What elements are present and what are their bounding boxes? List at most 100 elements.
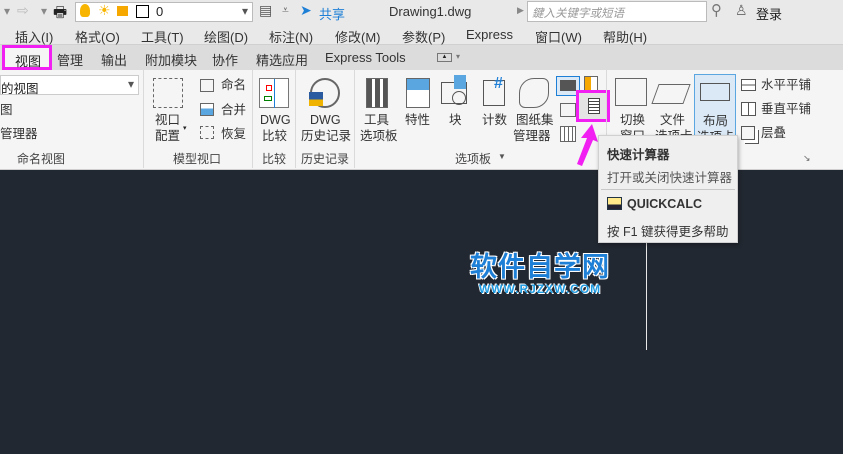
count-icon: # [483,75,505,106]
tool-palettes-line2[interactable]: 选项板 [360,128,398,144]
tool-palettes-line1[interactable]: 工具 [364,112,389,128]
panel-label-history: 历史记录 [301,152,350,166]
dwg-history-icon [309,78,340,108]
panel-launcher-icon[interactable]: ↘ [803,153,811,164]
viewport-config-line1[interactable]: 视口 [155,112,180,128]
name-viewport-button[interactable]: 命名 [221,77,246,93]
tile-horizontal-icon [741,79,756,91]
menu-modify[interactable]: 修改(M) [335,27,381,46]
menu-tools[interactable]: 工具(T) [141,27,184,46]
restore-viewport-button[interactable]: 恢复 [221,126,246,142]
block-button[interactable]: 块 [449,112,462,128]
chevron-down-icon[interactable]: ▾ [183,124,187,132]
viewport-config-icon[interactable] [153,78,183,108]
tooltip-command: QUICKCALC [627,197,702,211]
menu-window[interactable]: 窗口(W) [535,27,582,46]
properties-icon [406,78,430,108]
tooltip: 快速计算器 打开或关闭快速计算器 QUICKCALC 按 F1 键获得更多帮助 [598,135,738,243]
share-button[interactable]: 共享 [319,4,345,23]
user-icon[interactable]: ♙ [735,2,748,19]
quick-access-toolbar: ▾ ⇨ ▾ 🖶 ☀ 0 ▾ ▤ ⩡ ➤ 共享 Drawing1.dwg ▶ 鍵入… [0,0,843,23]
search-input[interactable]: 鍵入关键字或短语 [527,1,707,22]
panel-expand-icon[interactable]: ▼ [498,152,506,161]
layer-name: 0 [156,4,164,19]
panel-label-model-viewports: 模型视口 [173,152,222,166]
tooltip-divider [601,189,735,190]
tab-view[interactable]: 视图 [2,45,52,70]
dwg-history-line1[interactable]: DWG [310,112,341,128]
layer-combo[interactable]: ☀ 0 ▾ [75,2,253,22]
viewport-config-line2[interactable]: 配置 [155,128,180,144]
redo-dropdown-icon[interactable]: ▾ [41,4,47,18]
markup-set-icon[interactable] [560,103,576,117]
switch-windows-line1[interactable]: 切换 [620,112,645,128]
quickcalc-command-icon [607,197,622,210]
chevron-down-icon[interactable]: ▾ [242,4,248,18]
ribbon-options-dropdown-icon[interactable]: ▾ [456,52,460,61]
tooltip-help: 按 F1 键获得更多帮助 [607,225,729,239]
tooltip-title: 快速计算器 [607,148,670,162]
layer-thaw-icon[interactable]: ☀ [98,2,111,19]
named-view-combo[interactable]: 的视图 ▾ [0,75,139,96]
tile-vertical-icon [741,102,756,116]
tile-vertical-button[interactable]: 垂直平铺 [761,101,811,117]
merge-viewport-button[interactable]: 合并 [221,102,246,118]
chevron-down-icon[interactable]: ▾ [128,77,134,91]
tool-palettes-icon [366,78,388,108]
redo-icon[interactable]: ⇨ [17,2,29,19]
search-expand-icon[interactable]: ▶ [517,5,524,16]
layer-on-icon[interactable] [80,4,90,17]
menu-draw[interactable]: 绘图(D) [204,27,248,46]
layout-tabs-button[interactable]: 布局 选项卡 [694,74,736,144]
dwg-history-line2[interactable]: 历史记录 [301,128,351,144]
menu-parametric[interactable]: 参数(P) [402,27,445,46]
pointer-arrow-icon [577,124,598,166]
switch-windows-icon [615,78,647,106]
login-button[interactable]: 登录 [756,4,782,23]
undo-dropdown-icon[interactable]: ▾ [4,4,10,18]
tab-collaborate[interactable]: 协作 [212,50,238,69]
file-title: Drawing1.dwg [389,4,472,19]
count-button[interactable]: 计数 [482,112,507,128]
watermark-url: WWW.RJZXW.COM [478,282,602,296]
file-tabs-line1[interactable]: 文件 [660,112,685,128]
layer-unlock-icon[interactable] [117,6,128,16]
share-icon[interactable]: ➤ [300,2,312,19]
watermark-cn: 软件自学网 [470,252,610,282]
calculator-icon [588,98,600,114]
tab-addins[interactable]: 附加模块 [145,50,197,69]
panel-label-named-views: 命名视图 [17,152,66,166]
cascade-button[interactable]: 层叠 [761,125,786,141]
tile-horizontal-button[interactable]: 水平平铺 [761,77,811,93]
new-view-button[interactable]: 图 [0,102,13,118]
tab-featured-apps[interactable]: 精选应用 [256,50,308,69]
layer-color-swatch [136,5,149,18]
cascade-icon [741,126,755,140]
menu-format[interactable]: 格式(O) [75,27,120,46]
customize-dropdown-icon[interactable]: ⩡ [282,3,289,18]
dwg-compare-line1[interactable]: DWG [260,112,291,128]
dwg-compare-line2[interactable]: 比较 [262,128,287,144]
minimize-ribbon-icon[interactable]: ▲ [437,53,452,62]
merge-viewport-icon [200,103,214,116]
menu-dimension[interactable]: 标注(N) [269,27,313,46]
panel-label-palettes: 选项板 [455,152,492,166]
quickcalc-button[interactable] [576,90,610,122]
properties-button[interactable]: 特性 [405,112,430,128]
search-icon[interactable]: ⚲ [711,1,722,19]
menu-insert[interactable]: 插入(I) [15,27,53,46]
layout-tabs-line1: 布局 [703,114,729,128]
menu-bar: 插入(I) 格式(O) 工具(T) 绘图(D) 标注(N) 修改(M) 参数(P… [0,23,843,45]
menu-help[interactable]: 帮助(H) [603,27,647,46]
tab-manage[interactable]: 管理 [57,50,83,69]
watermark-logo: 软件自学网 WWW.RJZXW.COM [470,252,610,296]
match-properties-icon[interactable]: ▤ [259,2,272,19]
tab-express-tools[interactable]: Express Tools [325,50,406,65]
sheet-set-line1[interactable]: 图纸集 [516,112,554,128]
view-manager-button[interactable]: 管理器 [0,126,38,142]
menu-express[interactable]: Express [466,27,513,42]
named-view-value: 的视图 [1,82,39,96]
layout-tabs-icon [700,83,730,101]
tab-output[interactable]: 输出 [101,50,127,69]
sheet-set-line2[interactable]: 管理器 [513,128,551,144]
